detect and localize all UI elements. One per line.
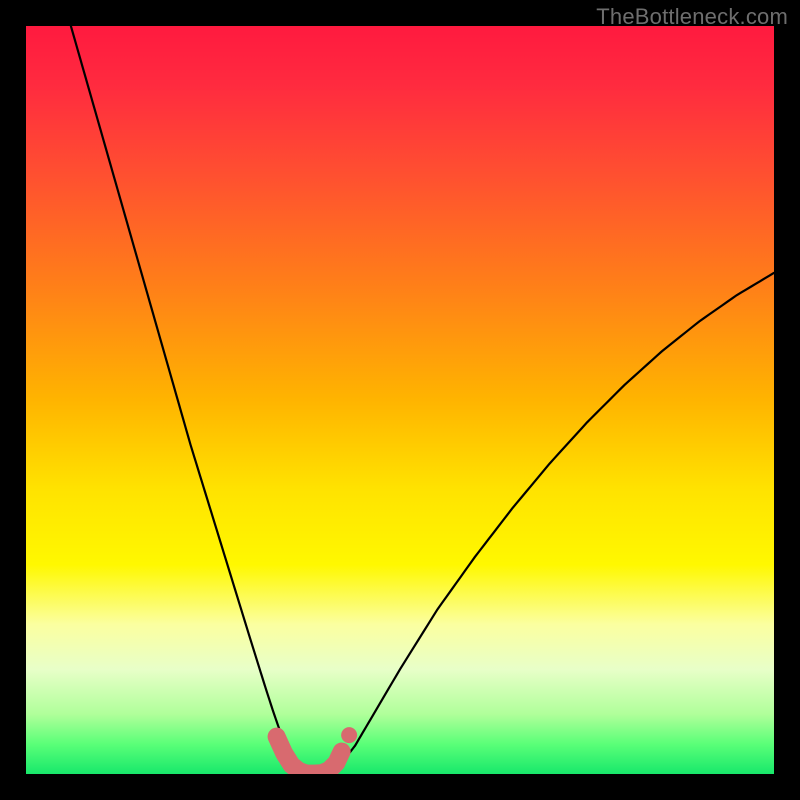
- watermark-text: TheBottleneck.com: [596, 4, 788, 30]
- plot-area: [26, 26, 774, 774]
- chart-frame: TheBottleneck.com: [0, 0, 800, 800]
- chart-svg: [26, 26, 774, 774]
- gradient-background: [26, 26, 774, 774]
- highlight-point: [341, 727, 357, 743]
